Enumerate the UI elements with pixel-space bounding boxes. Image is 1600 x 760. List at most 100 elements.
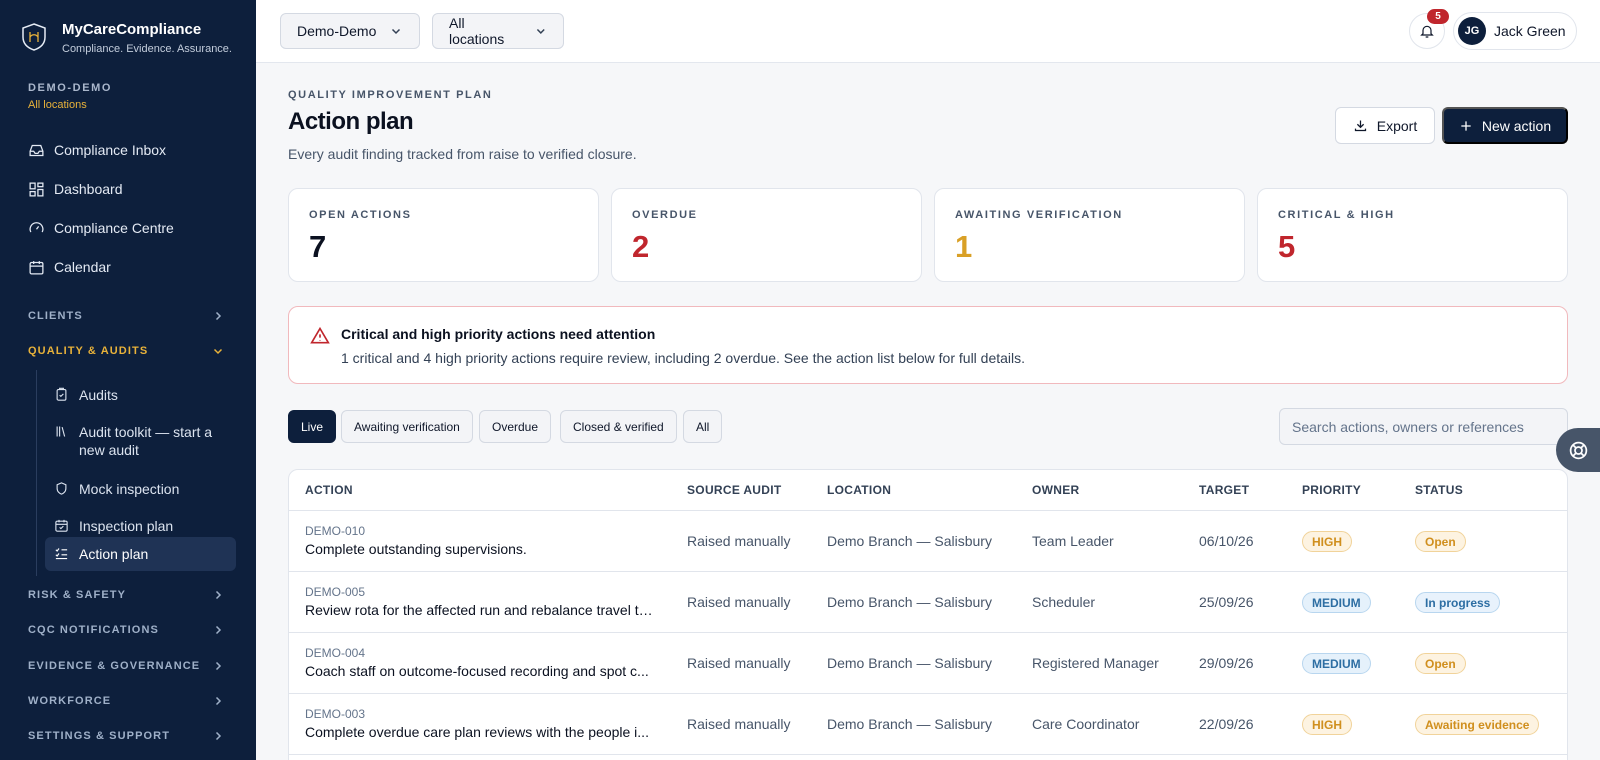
chevron-right-icon xyxy=(215,661,222,671)
org-select[interactable]: Demo-Demo xyxy=(280,13,420,49)
page-title: Action plan xyxy=(288,108,414,135)
column-header-target[interactable]: TARGET xyxy=(1199,483,1249,497)
location: Demo Branch — Salisbury xyxy=(827,533,992,549)
nav-label: Compliance Inbox xyxy=(54,142,167,158)
table-row[interactable]: DEMO-010 Complete outstanding supervisio… xyxy=(289,511,1567,572)
section-label: CQC NOTIFICATIONS xyxy=(28,624,159,636)
section-label: RISK & SAFETY xyxy=(28,589,127,601)
priority-badge: HIGH xyxy=(1302,714,1352,735)
chevron-right-icon xyxy=(215,696,222,706)
topbar: Demo-Demo All locations 5 JG Jack Green xyxy=(256,0,1600,63)
submenu-guide-line xyxy=(36,370,37,576)
stat-label: AWAITING VERIFICATION xyxy=(955,209,1123,221)
status-badge: Open xyxy=(1415,531,1466,552)
location: Demo Branch — Salisbury xyxy=(827,594,992,610)
column-header-owner[interactable]: OWNER xyxy=(1032,483,1080,497)
nav-calendar[interactable]: Calendar xyxy=(28,255,111,279)
stat-card-awaiting-verification[interactable]: AWAITING VERIFICATION 1 xyxy=(934,188,1245,282)
target-date: 25/09/26 xyxy=(1199,594,1254,610)
user-name: Jack Green xyxy=(1494,23,1566,39)
dashboard-icon xyxy=(29,181,44,197)
warning-triangle-icon xyxy=(310,326,330,344)
section-settings-support[interactable]: SETTINGS & SUPPORT xyxy=(28,726,224,746)
section-label: EVIDENCE & GOVERNANCE xyxy=(28,660,201,672)
priority-badge: MEDIUM xyxy=(1302,653,1371,674)
section-risk-safety[interactable]: RISK & SAFETY xyxy=(28,585,224,605)
action-ref: DEMO-004 xyxy=(305,646,366,660)
section-label: QUALITY & AUDITS xyxy=(28,345,149,357)
bell-icon xyxy=(1420,25,1434,38)
nav-compliance-centre[interactable]: Compliance Centre xyxy=(28,216,174,240)
nav-compliance-inbox[interactable]: Compliance Inbox xyxy=(28,138,166,162)
actions-table: ACTION SOURCE AUDIT LOCATION OWNER TARGE… xyxy=(288,469,1568,760)
stat-card-open-actions[interactable]: OPEN ACTIONS 7 xyxy=(288,188,599,282)
chevron-down-icon xyxy=(213,348,223,355)
sub-item-audit-toolkit[interactable]: Audit toolkit — start a new audit xyxy=(45,415,236,467)
stat-card-critical-high[interactable]: CRITICAL & HIGH 5 xyxy=(1257,188,1568,282)
tab-all[interactable]: All xyxy=(683,410,723,443)
page-eyebrow: QUALITY IMPROVEMENT PLAN xyxy=(288,89,493,101)
section-quality-audits[interactable]: QUALITY & AUDITS xyxy=(28,341,224,361)
table-row[interactable]: DEMO-005 Review rota for the affected ru… xyxy=(289,572,1567,633)
page-subtitle: Every audit finding tracked from raise t… xyxy=(288,146,637,162)
inbox-icon xyxy=(29,144,44,156)
calendar-icon xyxy=(29,260,44,275)
status-badge: Awaiting evidence xyxy=(1415,714,1540,735)
chevron-down-icon xyxy=(392,28,401,35)
section-evidence-governance[interactable]: EVIDENCE & GOVERNANCE xyxy=(28,656,224,676)
stat-label: OVERDUE xyxy=(632,209,698,221)
chevron-right-icon xyxy=(215,731,222,741)
column-header-status[interactable]: STATUS xyxy=(1415,483,1463,497)
help-button[interactable] xyxy=(1556,428,1600,472)
user-menu[interactable]: JG Jack Green xyxy=(1453,12,1577,50)
nav-label: Dashboard xyxy=(54,181,123,197)
chevron-right-icon xyxy=(215,625,222,635)
target-date: 06/10/26 xyxy=(1199,533,1254,549)
export-button[interactable]: Export xyxy=(1335,107,1435,144)
nav-dashboard[interactable]: Dashboard xyxy=(28,177,123,201)
sidebar: MyCareCompliance Compliance. Evidence. A… xyxy=(0,0,256,760)
location-select[interactable]: All locations xyxy=(432,13,564,49)
tab-awaiting-verification[interactable]: Awaiting verification xyxy=(341,410,473,443)
org-select-value: Demo-Demo xyxy=(297,23,377,39)
library-icon xyxy=(56,426,66,437)
stat-card-overdue[interactable]: OVERDUE 2 xyxy=(611,188,922,282)
section-label: CLIENTS xyxy=(28,310,83,322)
action-ref: DEMO-005 xyxy=(305,585,366,599)
column-header-location[interactable]: LOCATION xyxy=(827,483,891,497)
tab-live[interactable]: Live xyxy=(288,410,337,443)
target-date: 29/09/26 xyxy=(1199,655,1254,671)
action-title: Complete overdue care plan reviews with … xyxy=(305,724,649,740)
nav-label: Calendar xyxy=(54,259,111,275)
brand[interactable]: MyCareCompliance Compliance. Evidence. A… xyxy=(20,20,232,57)
priority-badge: HIGH xyxy=(1302,531,1352,552)
new-action-button[interactable]: New action xyxy=(1442,107,1568,144)
alert-body: 1 critical and 4 high priority actions r… xyxy=(341,350,1026,366)
action-title: Coach staff on outcome-focused recording… xyxy=(305,663,649,679)
chevron-right-icon xyxy=(215,311,222,321)
search-input[interactable] xyxy=(1279,408,1568,445)
table-row[interactable]: DEMO-004 Coach staff on outcome-focused … xyxy=(289,633,1567,694)
priority-badge: MEDIUM xyxy=(1302,592,1371,613)
tab-closed-verified[interactable]: Closed & verified xyxy=(560,410,677,443)
attention-alert: Critical and high priority actions need … xyxy=(288,306,1568,384)
table-row[interactable]: DEMO-003 Complete overdue care plan revi… xyxy=(289,694,1567,755)
chevron-down-icon xyxy=(537,29,546,34)
column-header-source-audit[interactable]: SOURCE AUDIT xyxy=(687,483,782,497)
tab-overdue[interactable]: Overdue xyxy=(479,410,552,443)
table-header: ACTION SOURCE AUDIT LOCATION OWNER TARGE… xyxy=(289,470,1567,511)
sub-item-mock-inspection[interactable]: Mock inspection xyxy=(45,472,236,506)
section-workforce[interactable]: WORKFORCE xyxy=(28,691,224,711)
brand-name: MyCareCompliance xyxy=(62,21,202,38)
section-label: WORKFORCE xyxy=(28,695,112,707)
source-audit: Raised manually xyxy=(687,533,791,549)
shield-icon xyxy=(56,482,67,495)
sub-item-action-plan[interactable]: Action plan xyxy=(45,537,236,571)
section-clients[interactable]: CLIENTS xyxy=(28,306,224,326)
location-select-value: All locations xyxy=(449,15,505,47)
column-header-action[interactable]: ACTION xyxy=(305,483,353,497)
action-ref: DEMO-003 xyxy=(305,707,366,721)
sub-item-audits[interactable]: Audits xyxy=(45,378,236,412)
section-cqc-notifications[interactable]: CQC NOTIFICATIONS xyxy=(28,620,224,640)
column-header-priority[interactable]: PRIORITY xyxy=(1302,483,1361,497)
